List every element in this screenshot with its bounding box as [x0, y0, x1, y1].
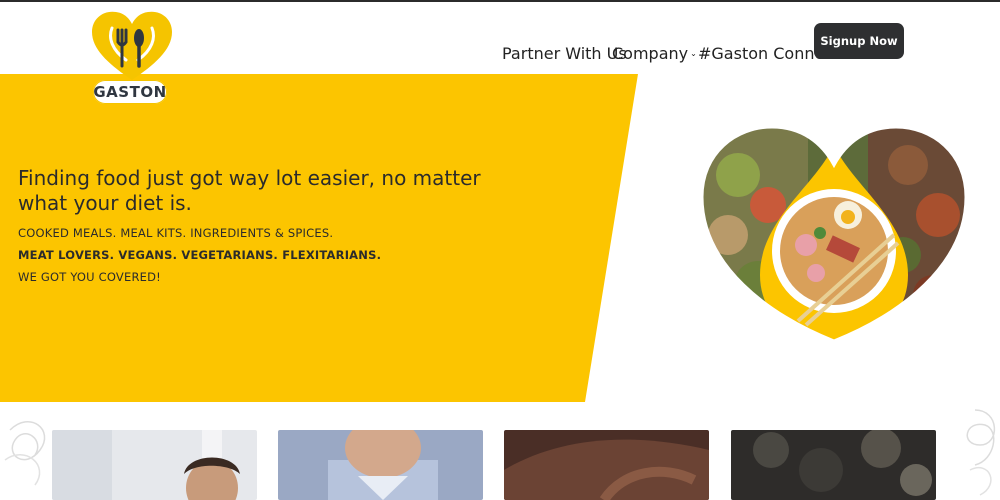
- hero-text: Finding food just got way lot easier, no…: [18, 166, 578, 284]
- decorative-swirl-right: [966, 409, 996, 496]
- hero-headline: Finding food just got way lot easier, no…: [18, 166, 578, 216]
- nav-company-label: Company: [612, 43, 689, 63]
- logo-text: GASTON: [93, 80, 167, 104]
- nav-partner-link[interactable]: Partner With Us: [502, 35, 627, 71]
- food-heart-image: [700, 125, 968, 343]
- chef-card-2[interactable]: [278, 430, 483, 500]
- hero-tagline: WE GOT YOU COVERED!: [18, 270, 161, 284]
- hero-headline-line2: what your diet is.: [18, 191, 192, 215]
- chef-card-3[interactable]: [504, 430, 709, 500]
- nav-company-dropdown[interactable]: Company ⌄: [612, 35, 697, 71]
- chef-card-4[interactable]: [731, 430, 936, 500]
- chef-photo-3: [504, 430, 709, 500]
- chef-photo-4: [731, 430, 936, 500]
- site-header: GASTON Partner With Us Company ⌄ #Gaston …: [0, 2, 1000, 104]
- signup-button[interactable]: Signup Now: [814, 23, 904, 59]
- fork-knife-logo-icon: [92, 11, 172, 80]
- decorative-swirl-left: [4, 420, 46, 486]
- gaston-logo[interactable]: GASTON: [90, 10, 174, 104]
- hero-headline-line1: Finding food just got way lot easier, no…: [18, 166, 481, 190]
- hero-diets: MEAT LOVERS. VEGANS. VEGETARIANS. FLEXIT…: [18, 248, 382, 262]
- chef-photo-2: [278, 430, 483, 500]
- hero-offerings: COOKED MEALS. MEAL KITS. INGREDIENTS & S…: [18, 226, 334, 240]
- chef-photo-1: [52, 430, 257, 500]
- chef-card-1[interactable]: [52, 430, 257, 500]
- nav-partner-label: Partner With Us: [502, 43, 627, 63]
- chevron-down-icon: ⌄: [690, 48, 697, 58]
